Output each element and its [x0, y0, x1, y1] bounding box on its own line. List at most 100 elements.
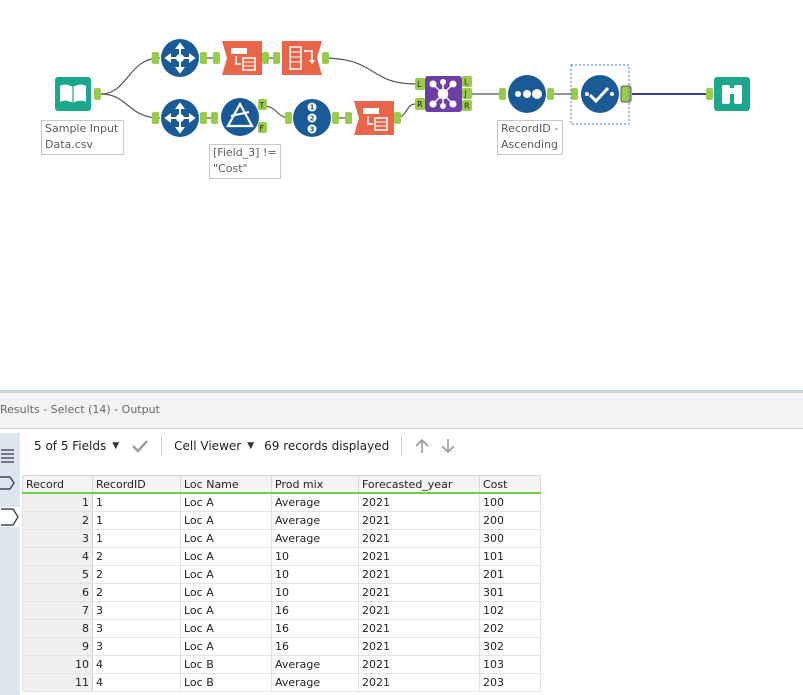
input-data-tool[interactable]	[55, 77, 91, 111]
forecasted-year-cell[interactable]: 2021	[358, 547, 480, 566]
record-cell[interactable]: 7	[22, 601, 93, 620]
select-tool-top[interactable]	[161, 39, 199, 77]
table-row[interactable]: 7 3 Loc A 16 2021 102	[22, 601, 541, 620]
join-output-anchor[interactable]	[462, 88, 472, 99]
browse-tool[interactable]	[714, 77, 750, 111]
record-cell[interactable]: 3	[22, 529, 93, 548]
loc-name-cell[interactable]: Loc A	[180, 565, 272, 584]
prod-mix-cell[interactable]: Average	[271, 529, 359, 548]
forecasted-year-cell[interactable]: 2021	[358, 673, 480, 692]
workflow-canvas[interactable]: T F L R L J R 1 2 3 Sample Input Data.cs…	[0, 0, 803, 390]
loc-name-cell[interactable]: Loc A	[180, 492, 272, 512]
recordid-cell[interactable]: 2	[92, 583, 181, 602]
cost-cell[interactable]: 203	[479, 673, 541, 692]
record-cell[interactable]: 4	[22, 547, 93, 566]
forecasted-year-cell[interactable]: 2021	[358, 511, 480, 530]
recordid-cell[interactable]: 2	[92, 565, 181, 584]
input-anchor[interactable]	[285, 112, 292, 124]
column-header-recordid[interactable]: RecordID	[92, 475, 181, 494]
input-anchor[interactable]	[152, 112, 159, 124]
transpose-tool[interactable]	[282, 41, 322, 75]
record-cell[interactable]: 8	[22, 619, 93, 638]
text-to-columns-tool-bottom[interactable]	[354, 101, 394, 135]
text-to-columns-tool-top[interactable]	[222, 41, 262, 75]
column-header-record[interactable]: Record	[22, 475, 93, 494]
prod-mix-cell[interactable]: 16	[271, 637, 359, 656]
column-header-forecasted-year[interactable]: Forecasted_year	[358, 475, 480, 494]
prod-mix-cell[interactable]: Average	[271, 655, 359, 674]
prod-mix-cell[interactable]: 16	[271, 619, 359, 638]
recordid-cell[interactable]: 4	[92, 655, 181, 674]
cost-cell[interactable]: 101	[479, 547, 541, 566]
prod-mix-cell[interactable]: 10	[271, 565, 359, 584]
forecasted-year-cell[interactable]: 2021	[358, 565, 480, 584]
cost-cell[interactable]: 102	[479, 601, 541, 620]
loc-name-cell[interactable]: Loc B	[180, 673, 272, 692]
record-cell[interactable]: 9	[22, 637, 93, 656]
select-tool-bottom[interactable]	[161, 99, 199, 137]
results-grid[interactable]: Record RecordID Loc Name Prod mix Foreca…	[22, 475, 541, 692]
record-cell[interactable]: 11	[22, 673, 93, 692]
input-anchor[interactable]	[211, 112, 218, 124]
fields-dropdown[interactable]: 5 of 5 Fields ▼	[34, 439, 119, 453]
cost-cell[interactable]: 301	[479, 583, 541, 602]
input-anchor-view-icon[interactable]	[0, 507, 20, 527]
table-row[interactable]: 1 1 Loc A Average 2021 100	[22, 492, 541, 512]
recordid-cell[interactable]: 1	[92, 511, 181, 530]
forecasted-year-cell[interactable]: 2021	[358, 655, 480, 674]
input-anchor[interactable]	[273, 52, 280, 64]
recordid-cell[interactable]: 2	[92, 547, 181, 566]
column-header-loc-name[interactable]: Loc Name	[180, 475, 272, 494]
output-anchor[interactable]	[332, 112, 339, 124]
cost-cell[interactable]: 100	[479, 492, 541, 512]
prod-mix-cell[interactable]: 10	[271, 547, 359, 566]
cost-cell[interactable]: 201	[479, 565, 541, 584]
output-anchor-view-icon[interactable]	[0, 475, 16, 491]
prod-mix-cell[interactable]: Average	[271, 673, 359, 692]
loc-name-cell[interactable]: Loc A	[180, 529, 272, 548]
table-row[interactable]: 8 3 Loc A 16 2021 202	[22, 619, 541, 638]
cost-cell[interactable]: 302	[479, 637, 541, 656]
connection-input-to-select-bottom[interactable]	[100, 93, 161, 119]
prod-mix-cell[interactable]: Average	[271, 511, 359, 530]
output-anchor[interactable]	[94, 88, 101, 100]
recordid-cell[interactable]: 3	[92, 637, 181, 656]
table-row[interactable]: 9 3 Loc A 16 2021 302	[22, 637, 541, 656]
output-anchor[interactable]	[322, 52, 329, 64]
loc-name-cell[interactable]: Loc A	[180, 619, 272, 638]
record-cell[interactable]: 6	[22, 583, 93, 602]
cost-cell[interactable]: 200	[479, 511, 541, 530]
prod-mix-cell[interactable]: 16	[271, 601, 359, 620]
output-anchor[interactable]	[262, 52, 269, 64]
loc-name-cell[interactable]: Loc A	[180, 601, 272, 620]
column-header-prod-mix[interactable]: Prod mix	[271, 475, 359, 494]
forecasted-year-cell[interactable]: 2021	[358, 583, 480, 602]
sort-tool[interactable]	[508, 75, 546, 113]
apply-fields-button[interactable]	[131, 439, 149, 453]
recordid-cell[interactable]: 4	[92, 673, 181, 692]
record-cell[interactable]: 2	[22, 511, 93, 530]
input-anchor[interactable]	[213, 52, 220, 64]
table-row[interactable]: 3 1 Loc A Average 2021 300	[22, 529, 541, 548]
output-anchor[interactable]	[200, 52, 207, 64]
input-anchor[interactable]	[152, 52, 159, 64]
forecasted-year-cell[interactable]: 2021	[358, 637, 480, 656]
cost-cell[interactable]: 202	[479, 619, 541, 638]
recordid-cell[interactable]: 1	[92, 529, 181, 548]
record-cell[interactable]: 10	[22, 655, 93, 674]
cost-cell[interactable]: 103	[479, 655, 541, 674]
record-cell[interactable]: 5	[22, 565, 93, 584]
record-id-tool[interactable]: 1 2 3	[293, 99, 331, 137]
loc-name-cell[interactable]: Loc A	[180, 637, 272, 656]
input-anchor[interactable]	[571, 88, 578, 100]
recordid-cell[interactable]: 1	[92, 492, 181, 512]
prod-mix-cell[interactable]: 10	[271, 583, 359, 602]
input-anchor[interactable]	[499, 88, 506, 100]
forecasted-year-cell[interactable]: 2021	[358, 601, 480, 620]
scroll-down-button[interactable]	[440, 438, 456, 454]
column-header-cost[interactable]: Cost	[479, 475, 541, 494]
input-anchor[interactable]	[706, 88, 713, 100]
table-row[interactable]: 10 4 Loc B Average 2021 103	[22, 655, 541, 674]
prod-mix-cell[interactable]: Average	[271, 492, 359, 512]
record-cell[interactable]: 1	[22, 492, 93, 512]
